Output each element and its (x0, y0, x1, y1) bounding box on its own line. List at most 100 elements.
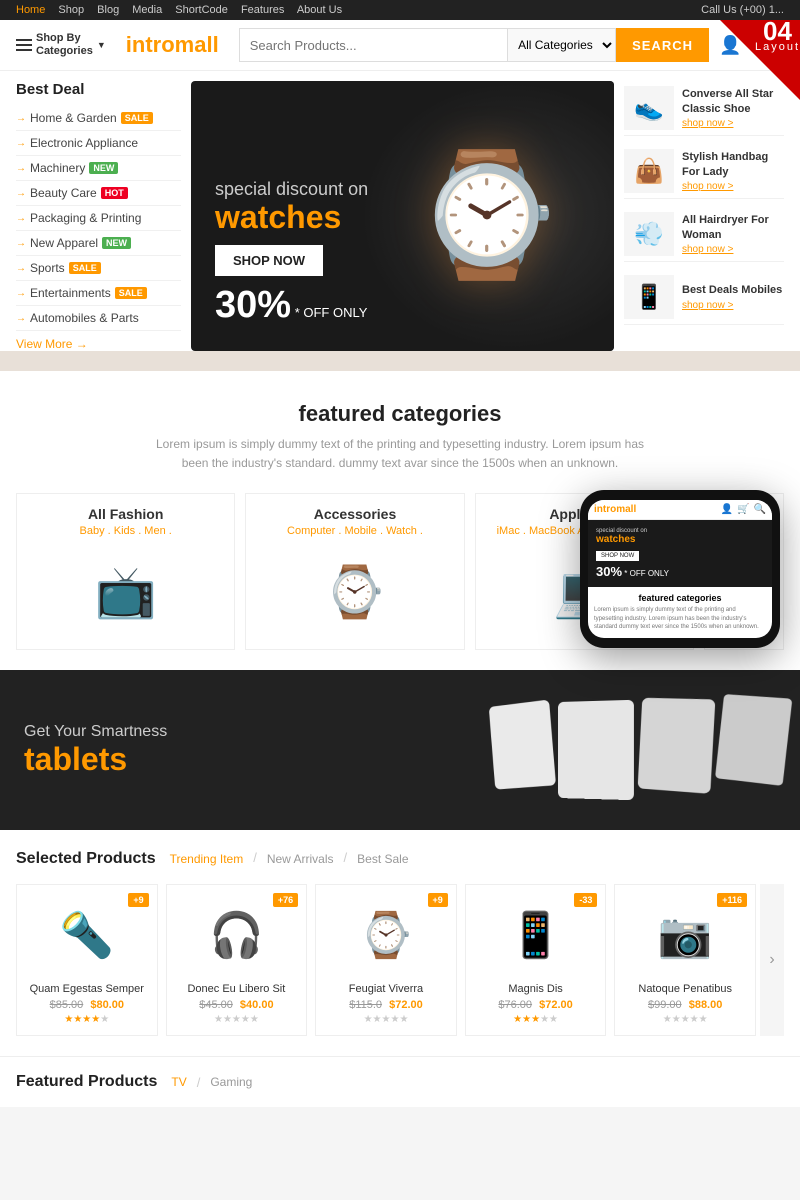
best-deal-item[interactable]: →MachineryNEW (16, 156, 181, 181)
old-price: $85.00 (50, 999, 84, 1011)
item-label: Electronic Appliance (30, 136, 138, 150)
empty-star: ★ (672, 1014, 681, 1025)
product-name: Quam Egestas Semper (27, 983, 147, 995)
best-deal-item[interactable]: →Beauty CareHOT (16, 181, 181, 206)
featured-products-title: Featured Products (16, 1073, 157, 1091)
featured-tab-tv[interactable]: TV (171, 1075, 186, 1090)
side-product-image: 📱 (624, 275, 674, 319)
product-stars: ★★★★★ (476, 1014, 596, 1025)
top-nav: Home Shop Blog Media ShortCode Features … (16, 4, 352, 16)
next-arrow[interactable]: › (760, 884, 784, 1036)
shop-by-button[interactable]: Shop ByCategories ▼ (16, 32, 106, 58)
item-label: New Apparel (30, 236, 98, 250)
nav-media[interactable]: Media (132, 4, 162, 16)
empty-star: ★ (232, 1014, 241, 1025)
item-label: Home & Garden (30, 111, 117, 125)
best-deal-item[interactable]: →Electronic Appliance (16, 131, 181, 156)
category-name: Accessories (258, 506, 451, 522)
discount-suffix: * OFF ONLY (295, 305, 368, 320)
search-button[interactable]: SEARCH (616, 28, 709, 62)
mobile-tablets-area: intromall 👤 🛒 🔍 special discount on watc… (0, 670, 800, 830)
side-product-link[interactable]: shop now > (682, 118, 784, 129)
item-label: Packaging & Printing (30, 211, 141, 225)
hero-discount: 30% * OFF ONLY (215, 284, 368, 327)
nav-features[interactable]: Features (241, 4, 284, 16)
phone-search-icon: 🔍 (754, 504, 766, 515)
side-product-link[interactable]: shop now > (682, 300, 782, 311)
best-deal-item[interactable]: →Automobiles & Parts (16, 306, 181, 331)
side-product-link[interactable]: shop now > (682, 181, 784, 192)
product-name: Donec Eu Libero Sit (177, 983, 297, 995)
layout-text: Layout (755, 42, 800, 53)
hamburger-icon (16, 39, 32, 51)
featured-tab-gaming[interactable]: Gaming (210, 1075, 252, 1090)
side-product-name: Best Deals Mobiles (682, 283, 782, 297)
category-image: 📺 (29, 547, 222, 637)
side-product-link[interactable]: shop now > (682, 244, 784, 255)
selected-products-tab-best-sale[interactable]: Best Sale (357, 850, 408, 868)
product-card[interactable]: +76 🎧 Donec Eu Libero Sit $45.00 $40.00 … (166, 884, 308, 1036)
best-deal-item[interactable]: →Home & GardenSALE (16, 106, 181, 131)
phone-screen: intromall 👤 🛒 🔍 special discount on watc… (588, 500, 772, 637)
search-bar: All Categories SEARCH (239, 28, 709, 62)
new-price: $40.00 (240, 999, 274, 1011)
selected-products-tab-new-arrivals[interactable]: New Arrivals (267, 850, 334, 868)
hero-banner: ⌚ special discount on watches SHOP NOW 3… (191, 81, 614, 351)
nav-shortcode[interactable]: ShortCode (175, 4, 228, 16)
search-input[interactable] (239, 28, 508, 62)
nav-blog[interactable]: Blog (97, 4, 119, 16)
category-image: ⌚ (258, 547, 451, 637)
phone-logo-prefix: intro (594, 504, 616, 515)
best-deal-item[interactable]: →SportsSALE (16, 256, 181, 281)
featured-categories-title: featured categories (16, 401, 784, 427)
header: Shop ByCategories ▼ intromall All Catego… (0, 20, 800, 71)
side-product-name: All Hairdryer For Woman (682, 213, 784, 242)
new-price: $88.00 (689, 999, 723, 1011)
item-label: Machinery (30, 161, 85, 175)
old-price: $76.00 (498, 999, 532, 1011)
side-product-image: 💨 (624, 212, 674, 256)
chevron-down-icon: ▼ (97, 40, 106, 50)
category-card[interactable]: AccessoriesComputer . Mobile . Watch .⌚ (245, 493, 464, 650)
featured-categories-desc: Lorem ipsum is simply dummy text of the … (150, 435, 650, 473)
watch-image: ⌚ (412, 146, 561, 286)
phone-icons: 👤 🛒 🔍 (721, 504, 766, 515)
best-deal-item[interactable]: →New ApparelNEW (16, 231, 181, 256)
product-card[interactable]: -33 📱 Magnis Dis $76.00 $72.00 ★★★★★ (465, 884, 607, 1036)
best-deal-list: →Home & GardenSALE→Electronic Appliance→… (16, 106, 181, 331)
arrow-icon: → (16, 163, 26, 174)
selected-products-tab-trending-item[interactable]: Trending Item (170, 850, 244, 868)
phone-cart-icon: 🛒 (737, 504, 749, 515)
product-card[interactable]: +9 🔦 Quam Egestas Semper $85.00 $80.00 ★… (16, 884, 158, 1036)
discount-badge: +9 (428, 893, 448, 907)
discount-badge: +116 (717, 893, 747, 907)
products-row: +9 🔦 Quam Egestas Semper $85.00 $80.00 ★… (16, 884, 756, 1036)
shop-by-label: Shop ByCategories (36, 32, 93, 58)
best-deal-item[interactable]: → Packaging & Printing (16, 206, 181, 231)
product-card[interactable]: +116 📷 Natoque Penatibus $99.00 $88.00 ★… (614, 884, 756, 1036)
side-product-info: Stylish Handbag For Ladyshop now > (682, 150, 784, 192)
phone-discount-num: 30% (596, 564, 622, 579)
phone-logo: intromall (594, 504, 636, 515)
phone-hero-title: watches (596, 534, 764, 545)
shop-now-button[interactable]: SHOP NOW (215, 245, 323, 276)
product-card[interactable]: +9 ⌚ Feugiat Viverra $115.0 $72.00 ★★★★★ (315, 884, 457, 1036)
empty-star: ★ (364, 1014, 373, 1025)
nav-about[interactable]: About Us (297, 4, 342, 16)
arrow-icon: → (16, 213, 26, 224)
category-select[interactable]: All Categories (508, 28, 616, 62)
empty-star: ★ (690, 1014, 699, 1025)
best-deal-item[interactable]: →EntertainmentsSALE (16, 281, 181, 306)
nav-home[interactable]: Home (16, 4, 45, 16)
category-card[interactable]: All FashionBaby . Kids . Men .📺 (16, 493, 235, 650)
nav-shop[interactable]: Shop (58, 4, 84, 16)
selected-products-section: Selected Products Trending Item/New Arri… (0, 830, 800, 1056)
fp-tab-separator: / (197, 1075, 201, 1090)
side-product-image: 👜 (624, 149, 674, 193)
empty-star: ★ (681, 1014, 690, 1025)
view-more-link[interactable]: View More → (16, 337, 181, 351)
side-product-info: Best Deals Mobiles shop now > (682, 283, 782, 310)
hero-background: ⌚ (360, 81, 614, 351)
empty-star: ★ (549, 1014, 558, 1025)
product-price: $99.00 $88.00 (625, 999, 745, 1011)
